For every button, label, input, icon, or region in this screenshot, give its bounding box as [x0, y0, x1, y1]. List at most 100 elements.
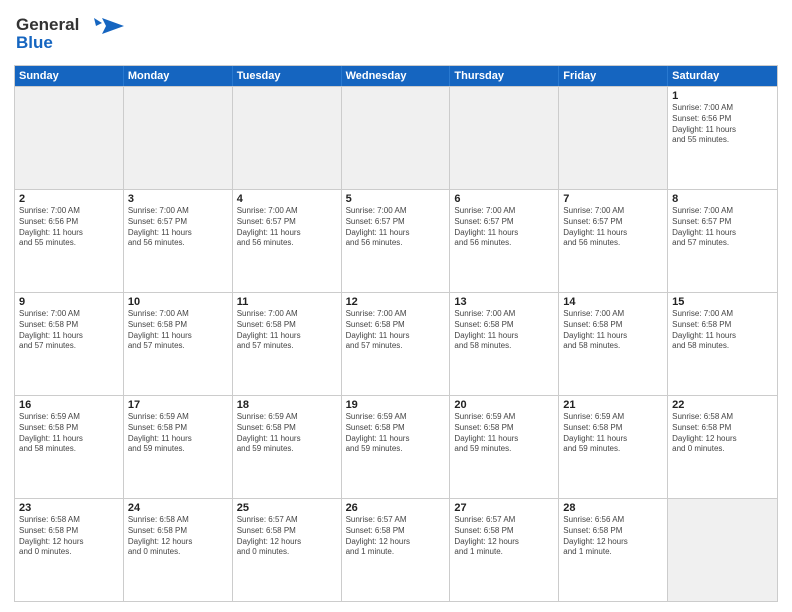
day-number: 13	[454, 296, 554, 308]
calendar-body: 1Sunrise: 7:00 AMSunset: 6:56 PMDaylight…	[15, 86, 777, 601]
day-info: Sunrise: 6:59 AMSunset: 6:58 PMDaylight:…	[128, 412, 228, 455]
calendar-cell	[124, 87, 233, 189]
calendar-row: 16Sunrise: 6:59 AMSunset: 6:58 PMDayligh…	[15, 395, 777, 498]
calendar-row: 9Sunrise: 7:00 AMSunset: 6:58 PMDaylight…	[15, 292, 777, 395]
day-info: Sunrise: 6:59 AMSunset: 6:58 PMDaylight:…	[237, 412, 337, 455]
calendar-cell: 9Sunrise: 7:00 AMSunset: 6:58 PMDaylight…	[15, 293, 124, 395]
calendar-cell: 4Sunrise: 7:00 AMSunset: 6:57 PMDaylight…	[233, 190, 342, 292]
day-number: 18	[237, 399, 337, 411]
day-info: Sunrise: 7:00 AMSunset: 6:57 PMDaylight:…	[346, 206, 446, 249]
day-info: Sunrise: 7:00 AMSunset: 6:57 PMDaylight:…	[237, 206, 337, 249]
calendar-cell: 13Sunrise: 7:00 AMSunset: 6:58 PMDayligh…	[450, 293, 559, 395]
calendar-header: SundayMondayTuesdayWednesdayThursdayFrid…	[15, 66, 777, 86]
calendar-cell: 14Sunrise: 7:00 AMSunset: 6:58 PMDayligh…	[559, 293, 668, 395]
calendar-cell: 18Sunrise: 6:59 AMSunset: 6:58 PMDayligh…	[233, 396, 342, 498]
day-info: Sunrise: 6:56 AMSunset: 6:58 PMDaylight:…	[563, 515, 663, 558]
page: General Blue SundayMondayTuesdayWednesda…	[0, 0, 792, 612]
day-info: Sunrise: 7:00 AMSunset: 6:57 PMDaylight:…	[128, 206, 228, 249]
calendar-cell: 26Sunrise: 6:57 AMSunset: 6:58 PMDayligh…	[342, 499, 451, 601]
calendar-cell: 25Sunrise: 6:57 AMSunset: 6:58 PMDayligh…	[233, 499, 342, 601]
day-number: 8	[672, 193, 773, 205]
svg-text:General: General	[16, 15, 79, 34]
weekday-header: Tuesday	[233, 66, 342, 86]
day-number: 28	[563, 502, 663, 514]
day-info: Sunrise: 7:00 AMSunset: 6:57 PMDaylight:…	[672, 206, 773, 249]
day-number: 1	[672, 90, 773, 102]
calendar-cell	[15, 87, 124, 189]
day-info: Sunrise: 7:00 AMSunset: 6:58 PMDaylight:…	[237, 309, 337, 352]
day-number: 9	[19, 296, 119, 308]
calendar-cell	[450, 87, 559, 189]
day-info: Sunrise: 6:59 AMSunset: 6:58 PMDaylight:…	[19, 412, 119, 455]
calendar-cell: 28Sunrise: 6:56 AMSunset: 6:58 PMDayligh…	[559, 499, 668, 601]
calendar-cell: 27Sunrise: 6:57 AMSunset: 6:58 PMDayligh…	[450, 499, 559, 601]
day-info: Sunrise: 7:00 AMSunset: 6:57 PMDaylight:…	[454, 206, 554, 249]
calendar-cell: 23Sunrise: 6:58 AMSunset: 6:58 PMDayligh…	[15, 499, 124, 601]
calendar: SundayMondayTuesdayWednesdayThursdayFrid…	[14, 65, 778, 602]
weekday-header: Monday	[124, 66, 233, 86]
day-info: Sunrise: 7:00 AMSunset: 6:58 PMDaylight:…	[19, 309, 119, 352]
day-info: Sunrise: 7:00 AMSunset: 6:58 PMDaylight:…	[672, 309, 773, 352]
day-info: Sunrise: 7:00 AMSunset: 6:58 PMDaylight:…	[454, 309, 554, 352]
calendar-cell: 3Sunrise: 7:00 AMSunset: 6:57 PMDaylight…	[124, 190, 233, 292]
weekday-header: Thursday	[450, 66, 559, 86]
weekday-header: Wednesday	[342, 66, 451, 86]
day-info: Sunrise: 6:57 AMSunset: 6:58 PMDaylight:…	[454, 515, 554, 558]
svg-text:Blue: Blue	[16, 33, 53, 52]
day-info: Sunrise: 7:00 AMSunset: 6:58 PMDaylight:…	[346, 309, 446, 352]
calendar-cell	[559, 87, 668, 189]
calendar-row: 1Sunrise: 7:00 AMSunset: 6:56 PMDaylight…	[15, 86, 777, 189]
calendar-cell: 1Sunrise: 7:00 AMSunset: 6:56 PMDaylight…	[668, 87, 777, 189]
calendar-cell: 8Sunrise: 7:00 AMSunset: 6:57 PMDaylight…	[668, 190, 777, 292]
day-info: Sunrise: 6:58 AMSunset: 6:58 PMDaylight:…	[19, 515, 119, 558]
weekday-header: Saturday	[668, 66, 777, 86]
day-info: Sunrise: 6:58 AMSunset: 6:58 PMDaylight:…	[672, 412, 773, 455]
day-info: Sunrise: 7:00 AMSunset: 6:56 PMDaylight:…	[672, 103, 773, 146]
calendar-cell: 20Sunrise: 6:59 AMSunset: 6:58 PMDayligh…	[450, 396, 559, 498]
calendar-cell: 24Sunrise: 6:58 AMSunset: 6:58 PMDayligh…	[124, 499, 233, 601]
calendar-cell: 19Sunrise: 6:59 AMSunset: 6:58 PMDayligh…	[342, 396, 451, 498]
day-number: 20	[454, 399, 554, 411]
day-number: 23	[19, 502, 119, 514]
day-number: 7	[563, 193, 663, 205]
day-number: 26	[346, 502, 446, 514]
day-info: Sunrise: 7:00 AMSunset: 6:57 PMDaylight:…	[563, 206, 663, 249]
calendar-cell: 2Sunrise: 7:00 AMSunset: 6:56 PMDaylight…	[15, 190, 124, 292]
calendar-cell	[233, 87, 342, 189]
logo-text: General Blue	[14, 10, 124, 59]
day-number: 5	[346, 193, 446, 205]
day-number: 21	[563, 399, 663, 411]
day-number: 15	[672, 296, 773, 308]
calendar-cell: 10Sunrise: 7:00 AMSunset: 6:58 PMDayligh…	[124, 293, 233, 395]
calendar-cell: 22Sunrise: 6:58 AMSunset: 6:58 PMDayligh…	[668, 396, 777, 498]
calendar-cell: 12Sunrise: 7:00 AMSunset: 6:58 PMDayligh…	[342, 293, 451, 395]
calendar-cell: 16Sunrise: 6:59 AMSunset: 6:58 PMDayligh…	[15, 396, 124, 498]
day-info: Sunrise: 6:58 AMSunset: 6:58 PMDaylight:…	[128, 515, 228, 558]
calendar-cell: 21Sunrise: 6:59 AMSunset: 6:58 PMDayligh…	[559, 396, 668, 498]
day-info: Sunrise: 6:57 AMSunset: 6:58 PMDaylight:…	[237, 515, 337, 558]
day-number: 2	[19, 193, 119, 205]
calendar-cell: 11Sunrise: 7:00 AMSunset: 6:58 PMDayligh…	[233, 293, 342, 395]
calendar-row: 2Sunrise: 7:00 AMSunset: 6:56 PMDaylight…	[15, 189, 777, 292]
day-number: 25	[237, 502, 337, 514]
day-info: Sunrise: 6:59 AMSunset: 6:58 PMDaylight:…	[346, 412, 446, 455]
day-number: 4	[237, 193, 337, 205]
day-number: 14	[563, 296, 663, 308]
day-info: Sunrise: 7:00 AMSunset: 6:58 PMDaylight:…	[563, 309, 663, 352]
day-info: Sunrise: 7:00 AMSunset: 6:56 PMDaylight:…	[19, 206, 119, 249]
day-number: 24	[128, 502, 228, 514]
day-info: Sunrise: 6:57 AMSunset: 6:58 PMDaylight:…	[346, 515, 446, 558]
day-info: Sunrise: 6:59 AMSunset: 6:58 PMDaylight:…	[563, 412, 663, 455]
day-number: 11	[237, 296, 337, 308]
day-number: 16	[19, 399, 119, 411]
day-number: 19	[346, 399, 446, 411]
day-number: 17	[128, 399, 228, 411]
calendar-cell	[668, 499, 777, 601]
day-number: 22	[672, 399, 773, 411]
day-number: 10	[128, 296, 228, 308]
weekday-header: Friday	[559, 66, 668, 86]
logo: General Blue	[14, 10, 124, 59]
day-info: Sunrise: 6:59 AMSunset: 6:58 PMDaylight:…	[454, 412, 554, 455]
day-number: 6	[454, 193, 554, 205]
day-number: 27	[454, 502, 554, 514]
